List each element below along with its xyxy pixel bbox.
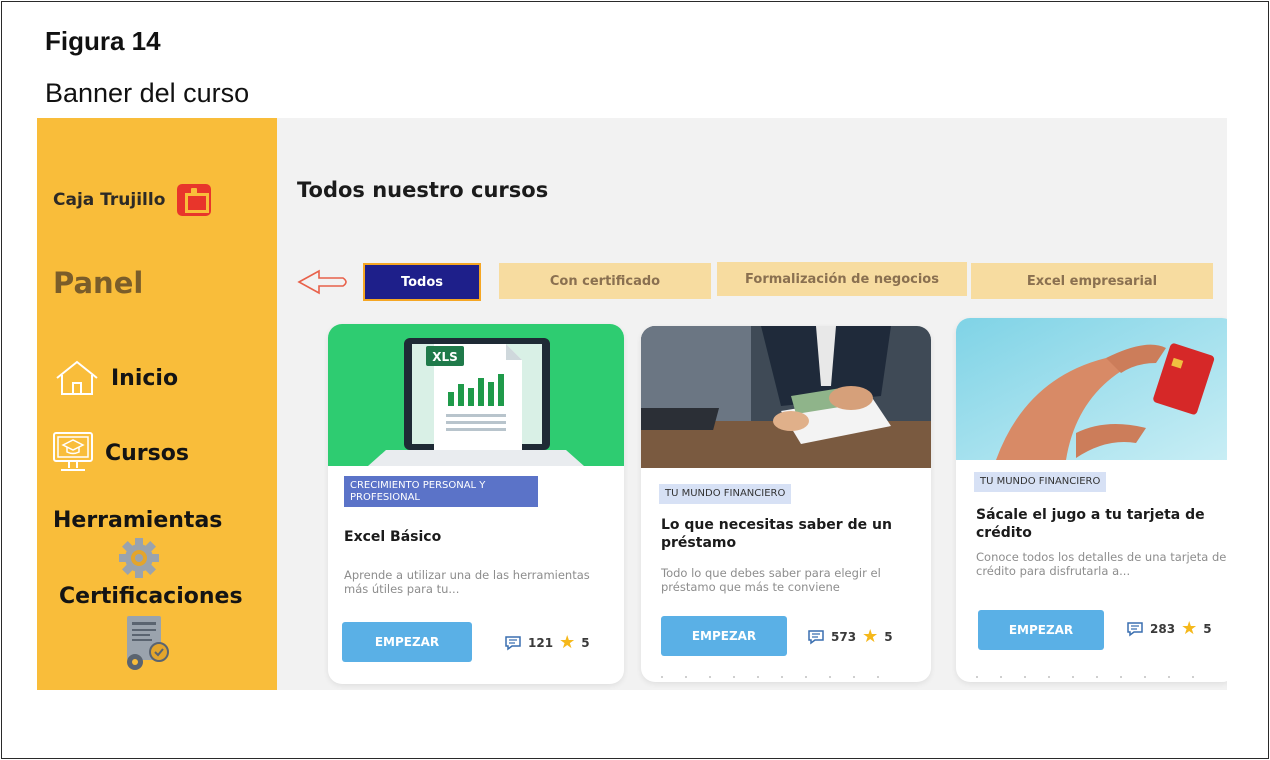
course-card[interactable]: TU MUNDO FINANCIERO Sácale el jugo a tu …: [956, 318, 1227, 682]
rating-value: 5: [1203, 622, 1212, 636]
comment-icon: [505, 636, 521, 651]
star-icon: ★: [559, 632, 576, 653]
excel-laptop-illustration: XLS: [328, 324, 624, 466]
loan-handshake-photo: [641, 326, 931, 468]
brand-name: Caja Trujillo: [53, 190, 166, 210]
sidebar-item-inicio[interactable]: Inicio: [53, 358, 178, 398]
start-button[interactable]: EMPEZAR: [342, 622, 472, 662]
card-divider: [976, 676, 1216, 678]
sidebar-item-label: Cursos: [105, 440, 189, 466]
hand-credit-card-photo: [956, 318, 1227, 460]
sidebar-item-certificaciones[interactable]: Certificaciones: [59, 584, 243, 609]
course-description: Conoce todos los detalles de una tarjeta…: [976, 550, 1227, 579]
star-icon: ★: [1181, 618, 1198, 639]
sidebar-item-label: Herramientas: [53, 508, 223, 533]
panel-title: Panel: [53, 266, 144, 300]
caja-trujillo-logo-icon: [177, 184, 212, 216]
course-stats: 573 ★ 5: [807, 628, 893, 646]
arrow-left-icon[interactable]: [297, 268, 353, 296]
tab-con-certificado[interactable]: Con certificado: [499, 263, 711, 299]
course-stats: 121 ★ 5: [504, 634, 590, 652]
gear-icon: [119, 538, 159, 578]
figure-caption: Banner del curso: [45, 78, 250, 108]
tab-todos[interactable]: Todos: [363, 263, 481, 301]
tab-excel-empresarial[interactable]: Excel empresarial: [971, 263, 1213, 299]
course-banner-screenshot: Caja Trujillo Panel Inicio Cursos Herram…: [37, 118, 1227, 690]
course-description: Aprende a utilizar una de las herramient…: [344, 568, 590, 597]
comment-count: 573: [831, 630, 857, 644]
category-badge: TU MUNDO FINANCIERO: [974, 472, 1107, 492]
certificate-icon: [127, 616, 169, 670]
comment-count: 121: [528, 636, 554, 650]
brand[interactable]: Caja Trujillo: [53, 184, 212, 216]
course-stats: 283 ★ 5: [1126, 620, 1212, 638]
category-badge: CRECIMIENTO PERSONAL Y PROFESIONAL: [344, 476, 538, 507]
course-monitor-icon: [53, 432, 93, 471]
sidebar-item-label: Inicio: [111, 365, 179, 391]
rating-value: 5: [581, 636, 590, 650]
course-card[interactable]: TU MUNDO FINANCIERO Lo que necesitas sab…: [641, 326, 931, 682]
course-title: Excel Básico: [344, 529, 442, 545]
course-title: Sácale el jugo a tu tarjeta de crédito: [976, 507, 1205, 542]
page-title: Todos nuestro cursos: [297, 178, 549, 202]
star-icon: ★: [862, 626, 879, 647]
card-divider: [661, 676, 901, 678]
home-icon: [56, 360, 98, 395]
sidebar-item-cursos[interactable]: Cursos: [51, 430, 189, 476]
course-card[interactable]: XLS CRECIMIENTO PERSONAL Y PROFESIONAL E…: [328, 324, 624, 684]
course-title: Lo que necesitas saber de un préstamo: [661, 517, 892, 552]
comment-count: 283: [1150, 622, 1176, 636]
figure-label: Figura 14: [45, 26, 161, 56]
rating-value: 5: [884, 630, 893, 644]
sidebar-item-label: Certificaciones: [59, 584, 243, 609]
comment-icon: [1127, 622, 1143, 637]
xls-badge: XLS: [432, 350, 458, 364]
course-description: Todo lo que debes saber para elegir el p…: [661, 566, 881, 595]
courses-main: Todos nuestro cursos Todos Con certifica…: [277, 118, 1227, 690]
sidebar: Caja Trujillo Panel Inicio Cursos Herram…: [37, 118, 277, 690]
tab-formalizacion-de-negocios[interactable]: Formalización de negocios: [717, 262, 967, 296]
start-button[interactable]: EMPEZAR: [661, 616, 787, 656]
sidebar-item-herramientas[interactable]: Herramientas: [53, 508, 222, 533]
category-badge: TU MUNDO FINANCIERO: [659, 484, 792, 504]
comment-icon: [808, 630, 824, 645]
start-button[interactable]: EMPEZAR: [978, 610, 1104, 650]
